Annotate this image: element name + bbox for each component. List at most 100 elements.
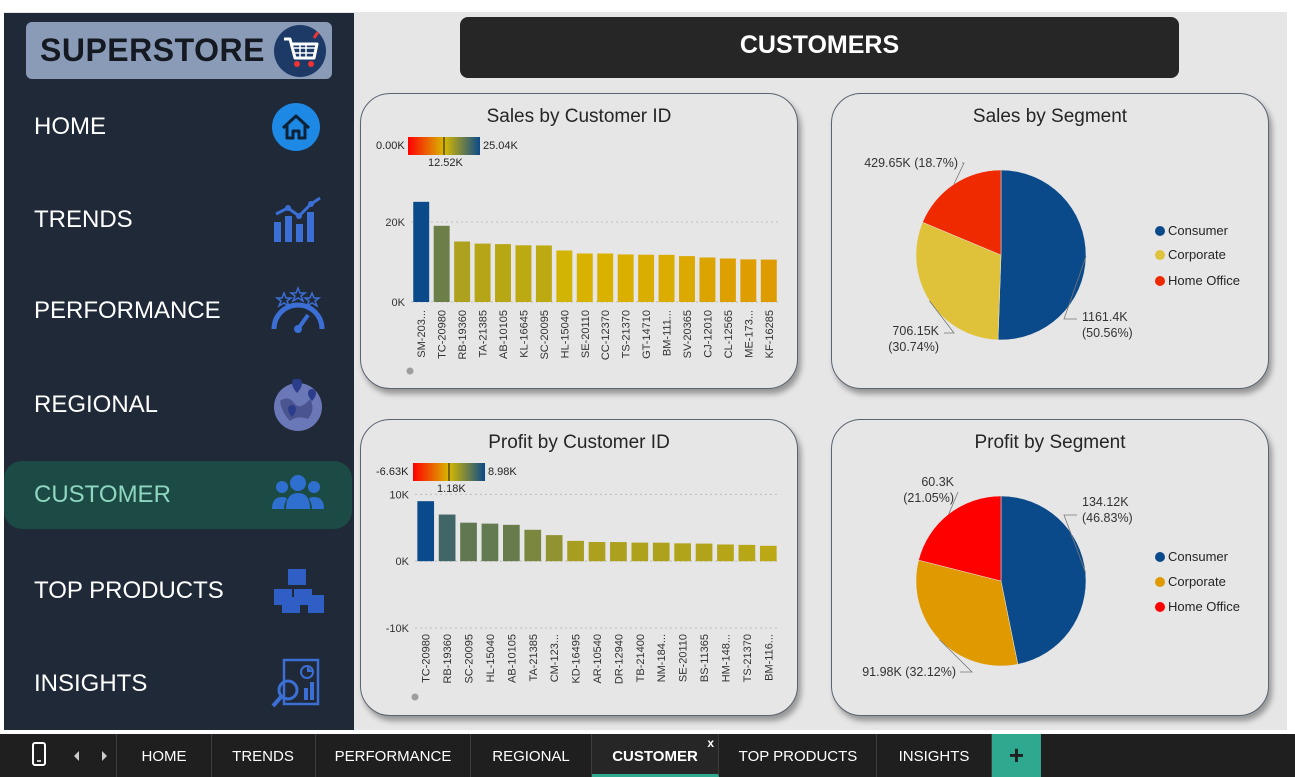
sales-by-customer-card[interactable]: Sales by Customer ID 0K 20K SM-203... TC-20… [360, 93, 798, 389]
bar[interactable] [610, 542, 627, 562]
sidebar-item-regional[interactable]: REGIONAL [4, 371, 352, 439]
legend-label: Consumer [1168, 549, 1228, 564]
bar[interactable] [597, 253, 614, 302]
x-tick-label: AB-10105 [498, 310, 510, 359]
bar[interactable] [699, 257, 716, 302]
bar[interactable] [556, 250, 573, 302]
legend-home-office: Home Office [1155, 273, 1240, 288]
profit-by-segment-card[interactable]: Profit by Segment 134.12K (46.83%) 91.98K … [831, 419, 1269, 716]
sidebar-item-label: TOP PRODUCTS [34, 577, 224, 604]
bar[interactable] [652, 542, 670, 562]
sidebar-item-home[interactable]: HOME [4, 93, 352, 161]
bar[interactable] [454, 241, 471, 302]
mobile-layout-icon[interactable] [31, 741, 47, 772]
bar[interactable] [631, 542, 649, 562]
data-label: 91.98K (32.12%) [862, 665, 956, 679]
bar[interactable] [658, 254, 675, 302]
tab-performance[interactable]: PERFORMANCE [316, 734, 471, 777]
bar[interactable] [740, 259, 757, 302]
bar[interactable] [503, 524, 520, 562]
tab-scroll-left-icon[interactable] [73, 749, 81, 767]
bar[interactable] [433, 225, 450, 302]
bar[interactable] [515, 245, 532, 302]
bar[interactable] [760, 259, 777, 302]
home-icon [270, 101, 326, 153]
page-tab-bar: HOME TRENDS PERFORMANCE REGIONAL CUSTOME… [0, 734, 1295, 777]
shopping-cart-icon [274, 25, 326, 77]
bar[interactable] [438, 514, 456, 562]
bar[interactable] [576, 253, 593, 302]
data-label: 1161.4K [1082, 310, 1128, 324]
bar[interactable] [738, 544, 756, 562]
add-page-button[interactable]: + [992, 734, 1041, 777]
profit-by-customer-chart: -10K 0K 10K TC-20980 RB-19360 SC-20095 HL-1504… [386, 463, 779, 701]
gauge-icon [270, 285, 326, 337]
x-tick-label: SM-203... [416, 310, 428, 358]
tab-regional[interactable]: REGIONAL [471, 734, 592, 777]
sidebar-item-trends[interactable]: TRENDS [4, 186, 352, 254]
scale-min-label: 0.00K [376, 140, 405, 152]
data-label: 134.12K [1082, 495, 1129, 509]
bar[interactable] [567, 540, 584, 562]
profit-by-customer-card[interactable]: Profit by Customer ID -10K 0K 10K TC-20980 R… [360, 419, 798, 716]
bar[interactable] [524, 529, 542, 562]
sidebar-item-label: CUSTOMER [34, 481, 171, 508]
bar[interactable] [759, 545, 777, 562]
sidebar-item-insights[interactable]: INSIGHTS [4, 650, 352, 718]
bar[interactable] [695, 543, 713, 562]
page-title: CUSTOMERS [739, 31, 900, 59]
scale-max-label: 8.98K [488, 466, 517, 478]
x-tick-label: SE-20110 [678, 634, 690, 682]
x-tick-label: KL-16645 [518, 310, 530, 358]
legend-label: Corporate [1168, 247, 1226, 262]
bar[interactable] [617, 254, 634, 302]
tab-home[interactable]: HOME [116, 734, 212, 777]
sidebar-item-label: REGIONAL [34, 391, 159, 418]
pie-slice[interactable] [997, 169, 1087, 341]
tab-top-products[interactable]: TOP PRODUCTS [720, 734, 877, 777]
x-tick-label: TA-21385 [528, 634, 540, 682]
bar[interactable] [638, 254, 655, 302]
y-tick-label: 0K [392, 297, 406, 309]
bar[interactable] [413, 201, 430, 302]
close-tab-button[interactable]: x [707, 736, 714, 750]
sidebar-item-customer[interactable]: CUSTOMER [4, 461, 352, 529]
tab-insights[interactable]: INSIGHTS [877, 734, 992, 777]
sales-by-customer-chart: 0K 20K SM-203... TC-20980 RB-19360 TA-21385 AB… [385, 137, 779, 375]
x-tick-label: AR-10540 [592, 634, 604, 684]
bar[interactable] [719, 258, 736, 302]
x-tick-label: HL-15040 [485, 634, 497, 682]
bar[interactable] [495, 244, 511, 302]
y-tick-label: 0K [396, 556, 410, 568]
tab-trends[interactable]: TRENDS [211, 734, 316, 777]
bar[interactable] [588, 542, 606, 562]
x-tick-label: CL-12565 [723, 310, 735, 358]
scale-mid-label: 1.18K [437, 483, 466, 495]
sales-by-segment-chart: 1161.4K (50.56%) 706.15K (30.74%) 429.65K (1… [864, 156, 1133, 354]
scroll-handle[interactable] [411, 693, 419, 701]
bar[interactable] [717, 544, 734, 562]
x-tick-label: KD-16495 [571, 634, 583, 684]
tab-customer[interactable]: CUSTOMER x [592, 734, 719, 777]
sidebar-item-performance[interactable]: PERFORMANCE [4, 277, 352, 345]
bar[interactable] [474, 243, 491, 302]
scroll-handle[interactable] [406, 367, 414, 375]
sales-by-segment-card[interactable]: Sales by Segment 1161.4K (50.56%) 706.15K(… [831, 93, 1269, 389]
y-tick-label: 10K [389, 489, 409, 501]
x-tick-label: BM-116... [763, 634, 775, 681]
pie-slice[interactable] [1000, 495, 1087, 665]
bar[interactable] [481, 523, 499, 562]
bar[interactable] [545, 535, 563, 562]
x-tick-label: NM-184... [656, 634, 668, 682]
bar[interactable] [460, 522, 477, 562]
legend-dot [1155, 226, 1165, 236]
legend-label: Home Office [1168, 599, 1241, 614]
tab-label: TRENDS [232, 748, 294, 765]
bar[interactable] [674, 543, 691, 562]
tab-scroll-right-icon[interactable] [100, 749, 108, 767]
bar[interactable] [535, 245, 552, 302]
sidebar-item-top-products[interactable]: TOP PRODUCTS [4, 557, 352, 625]
bar[interactable] [417, 501, 435, 562]
legend-corporate: Corporate [1155, 574, 1226, 589]
bar[interactable] [679, 256, 695, 302]
